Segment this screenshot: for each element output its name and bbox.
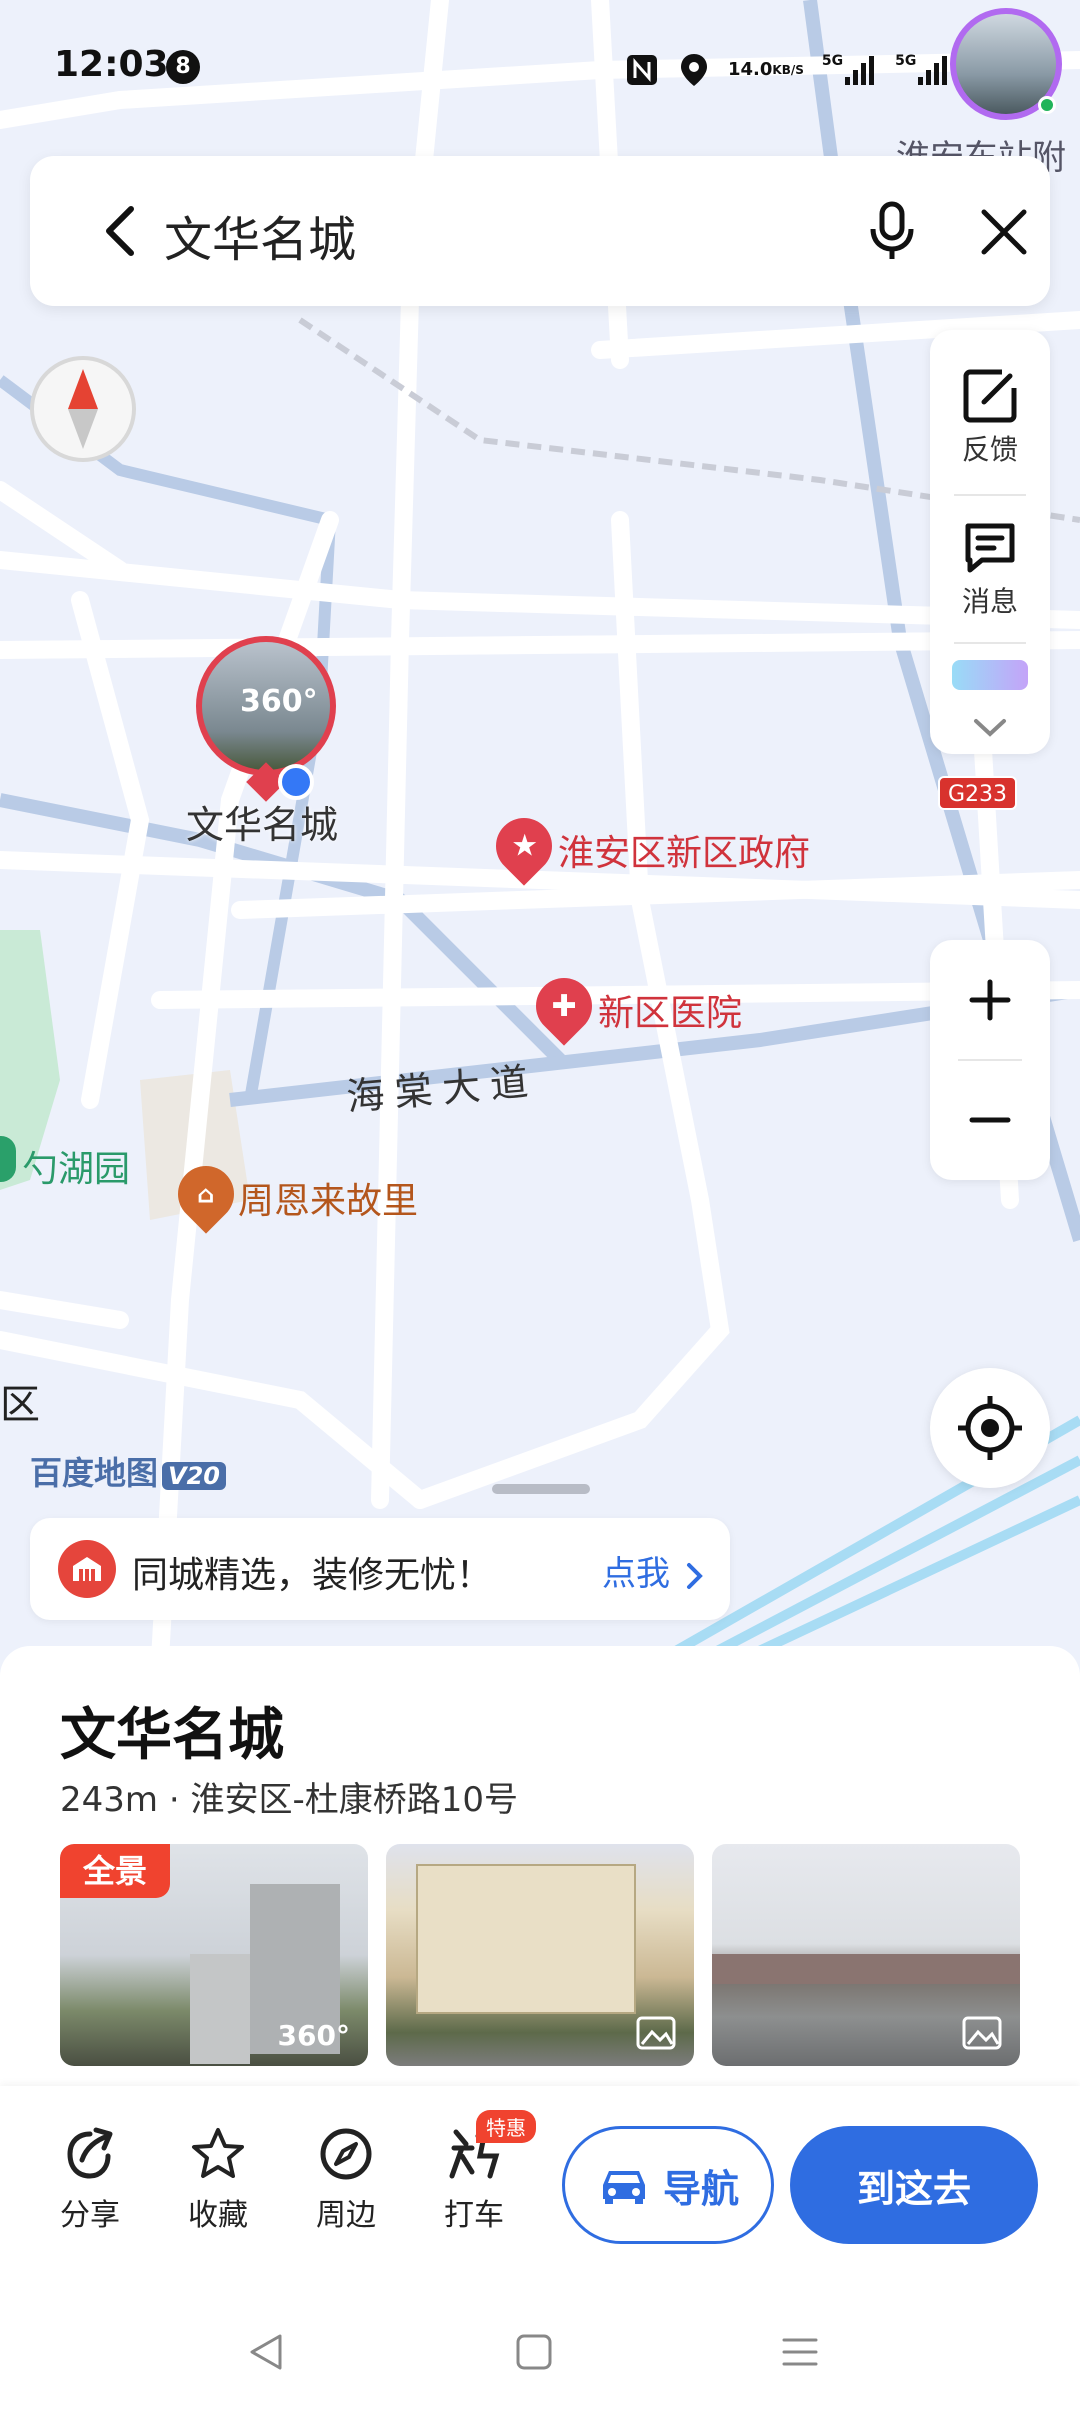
promo-link[interactable]: 点我 [602,1546,705,1595]
pano-360-corner: 360° [277,2019,350,2052]
map-label-government[interactable]: 淮安区新区政府 [558,824,810,876]
share-icon [67,2127,113,2179]
feedback-label: 反馈 [961,433,1018,466]
nfc-icon [624,52,660,88]
building-illustration [190,1954,250,2064]
photo-street[interactable] [712,1844,1020,2066]
favorite-label: 收藏 [188,2198,248,2233]
tool-divider [954,494,1026,496]
baidu-map-logo: 百度地图 V20 [30,1448,226,1494]
messages-label: 消息 [961,585,1018,618]
system-navigation-bar [0,2286,1080,2412]
sheet-drag-handle[interactable] [492,1484,590,1494]
map-label-hospital[interactable]: 新区医院 [598,984,742,1036]
logo-version: V20 [162,1462,226,1490]
gallery-icon [962,2016,1002,2050]
promo-banner[interactable]: 同城精选，装修无忧！ 点我 [30,1518,730,1620]
location-icon [678,52,710,88]
compass-icon [68,369,98,449]
place-title: 文华名城 [60,1703,284,1768]
zoom-out-button[interactable] [930,1060,1050,1180]
navigate-label: 导航 [662,2166,739,2211]
home-decor-icon [58,1540,116,1598]
feedback-button[interactable]: 反馈 [930,368,1050,468]
my-location-button[interactable] [930,1368,1050,1488]
net-speed-value: 14.0 [728,59,773,80]
photo-panorama[interactable]: 全景 360° [60,1844,368,2066]
microphone-icon [870,201,914,259]
park-pin-icon[interactable] [0,1136,16,1182]
menu-lines-icon [782,2338,818,2366]
place-detail-sheet: 文华名城 243m · 淮安区-杜康桥路10号 全景 360° [0,1646,1080,2086]
share-button[interactable]: 分享 [40,2126,140,2234]
message-icon [965,523,1015,573]
action-bar: 分享 收藏 周边 打车 特惠 导航 到这去 [0,2086,1080,2286]
signal2-label: 5G [895,53,917,69]
map-label-park[interactable]: 勺湖园 [22,1140,130,1192]
edit-icon [963,369,1017,423]
status-time: 12:03 [54,44,169,85]
zoom-controls [930,940,1050,1180]
promo-link-label: 点我 [602,1554,670,1594]
zoom-in-button[interactable] [930,940,1050,1060]
signal1-label: 5G [821,53,844,69]
system-home-button[interactable] [504,2328,564,2376]
net-speed-unit: KB/S [772,63,804,77]
highway-badge: G233 [938,776,1018,810]
favorite-button[interactable]: 收藏 [168,2126,268,2234]
notification-count-badge: 8 [166,50,200,84]
close-icon [981,209,1027,255]
triangle-back-icon [250,2334,282,2370]
nearby-button[interactable]: 周边 [296,2126,396,2234]
place-distance-address: 243m · 淮安区-杜康桥路10号 [60,1780,518,1820]
back-button[interactable] [86,196,156,266]
panorama-badge: 全景 [60,1844,170,1898]
map-tool-panel: 反馈 消息 [930,330,1050,754]
system-back-button[interactable] [236,2328,296,2376]
square-home-icon [516,2334,552,2370]
signal-icon: 5G [822,53,877,87]
expand-tools-button[interactable] [964,710,1016,746]
online-dot-icon [1038,96,1056,114]
crosshair-icon [958,1396,1022,1460]
logo-text: 百度地图 [30,1454,159,1492]
tool-divider [954,642,1026,644]
signal-icon-2: 5G [895,53,950,87]
chevron-down-icon [974,719,1006,737]
system-recents-button[interactable] [770,2328,830,2376]
map-label-attraction[interactable]: 周恩来故里 [238,1172,418,1224]
search-query[interactable]: 文华名城 [164,200,356,270]
status-bar: 12:03 8 14.0 KB/S 5G 5G 78 [0,0,1080,130]
compass-nearby-icon [320,2128,372,2180]
promo-text: 同城精选，装修无忧！ [132,1555,493,1596]
net-speed: 14.0 KB/S [728,61,804,79]
compass-button[interactable] [30,356,136,462]
gallery-icon [636,2016,676,2050]
star-icon [192,2128,244,2178]
nearby-label: 周边 [316,2198,376,2233]
chevron-right-icon [686,1562,703,1589]
promo-graphic-icon[interactable] [952,660,1028,690]
car-icon [602,2171,645,2204]
taxi-label: 打车 [444,2198,504,2233]
go-here-button[interactable]: 到这去 [790,2126,1038,2244]
street-view-marker[interactable]: 360° [196,636,336,776]
navigate-button[interactable]: 导航 [562,2126,774,2244]
search-bar[interactable]: 文华名城 [30,156,1050,306]
pano-360-label: 360° [240,684,318,719]
minus-icon [969,1117,1011,1123]
clear-button[interactable] [964,192,1044,272]
messages-button[interactable]: 消息 [930,520,1050,620]
photo-building[interactable] [386,1844,694,2066]
building-illustration [416,1864,636,2014]
chevron-left-icon [106,206,134,256]
voice-search-button[interactable] [852,192,932,272]
taxi-deal-badge: 特惠 [476,2110,536,2143]
map-label-district: 区 [0,1382,40,1428]
plus-icon [969,979,1011,1021]
wall-illustration [712,1954,1020,1984]
map-label-selected-place[interactable]: 文华名城 [186,794,338,849]
share-label: 分享 [60,2198,120,2233]
